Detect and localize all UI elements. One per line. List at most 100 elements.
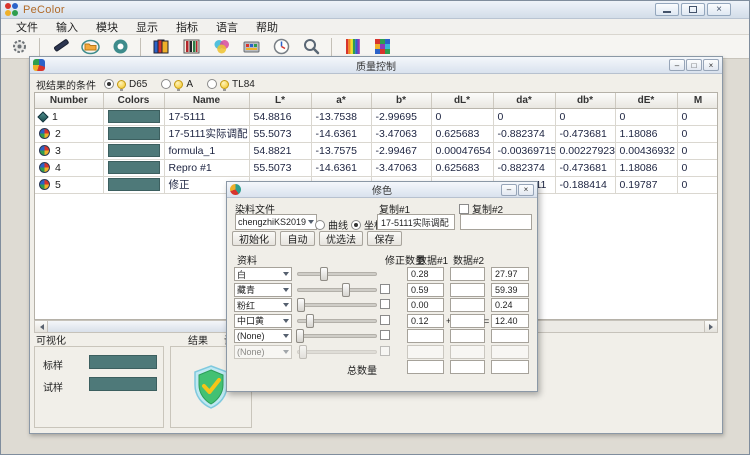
slider-thumb[interactable] [299,345,307,359]
toolbar-search-icon[interactable] [299,36,323,57]
column-header-b[interactable]: b* [371,93,431,108]
auto-button[interactable]: 自动 [280,231,315,246]
dye-dropdown[interactable]: 白 [234,267,292,281]
illuminant-option-A[interactable]: A [161,79,193,90]
qc-titlebar[interactable]: 质量控制 – □ × [30,57,722,74]
dialog-close-button[interactable]: × [518,184,534,196]
menu-item-4[interactable]: 显示 [127,18,167,36]
maximize-button[interactable] [681,3,705,16]
menu-item-7[interactable]: 帮助 [247,18,287,36]
toolbar-color-drops-icon[interactable] [209,36,233,57]
dialog-titlebar[interactable]: 修色 – × [227,182,537,198]
qc-close-button[interactable]: × [703,59,719,71]
scroll-left-arrow-icon[interactable] [35,321,48,332]
dye-checkbox[interactable] [380,299,390,309]
menu-item-6[interactable]: 语言 [207,18,247,36]
toolbar-swatch-book-icon[interactable] [149,36,173,57]
mode-radio[interactable] [315,220,325,230]
dye-checkbox[interactable] [380,315,390,325]
data2-result-field[interactable]: 27.97 [491,267,529,281]
dye-dropdown[interactable]: (None) [234,345,292,359]
amount-slider[interactable] [297,272,377,276]
qc-minimize-button[interactable]: – [669,59,685,71]
toolbar-rainbow-icon[interactable] [340,36,364,57]
illuminant-option-TL84[interactable]: TL84 [207,79,255,90]
scroll-right-arrow-icon[interactable] [704,321,717,332]
menu-item-5[interactable]: 指标 [167,18,207,36]
amount-slider[interactable] [297,350,377,354]
copy1-field[interactable]: 17-5111实际调配 [377,214,455,230]
mode-option-1[interactable]: 曲线 [315,217,348,232]
correction-amount-field[interactable]: 0.28 [407,267,444,281]
toolbar-folder-icon[interactable] [78,36,102,57]
amount-slider[interactable] [297,334,377,338]
correction-amount-field[interactable]: 0.12 [407,314,444,328]
menu-item-3[interactable]: 模块 [87,18,127,36]
close-button[interactable]: × [707,3,731,16]
dye-dropdown[interactable]: (None) [234,329,292,343]
slider-thumb[interactable] [297,298,305,312]
column-header-a[interactable]: a* [311,93,371,108]
data1-field[interactable] [450,283,485,297]
data1-field[interactable] [450,314,485,328]
correction-amount-field[interactable]: 0.59 [407,283,444,297]
mode-radio[interactable] [351,220,361,230]
toolbar-gear-icon[interactable] [7,36,31,57]
toolbar-pen-icon[interactable] [48,36,72,57]
table-row[interactable]: 3formula_154.8821-13.7575-2.994670.00047… [35,142,718,159]
illuminant-radio-D65[interactable] [104,79,114,89]
dye-checkbox[interactable] [380,346,390,356]
data1-field[interactable] [450,345,485,359]
initialize-button[interactable]: 初始化 [232,231,276,246]
column-header-Name[interactable]: Name [164,93,249,108]
data1-field[interactable] [450,329,485,343]
amount-slider[interactable] [297,288,377,292]
minimize-button[interactable] [655,3,679,16]
amount-slider[interactable] [297,319,377,323]
save-button[interactable]: 保存 [367,231,402,246]
illuminant-radio-A[interactable] [161,79,171,89]
qc-maximize-button[interactable]: □ [686,59,702,71]
dye-dropdown[interactable]: 粉红 [234,298,292,312]
table-row[interactable]: 117-511154.8816-13.7538-2.9969500000 [35,108,718,125]
slider-thumb[interactable] [306,314,314,328]
menu-item-1[interactable]: 文件 [7,18,47,36]
toolbar-donut-icon[interactable] [108,36,132,57]
slider-thumb[interactable] [320,267,328,281]
total-data1-field[interactable] [450,360,485,374]
amount-slider[interactable] [297,303,377,307]
data2-result-field[interactable]: 12.40 [491,314,529,328]
column-header-da[interactable]: da* [493,93,555,108]
illuminant-option-D65[interactable]: D65 [104,79,147,90]
illuminant-radio-TL84[interactable] [207,79,217,89]
data2-result-field[interactable]: 59.39 [491,283,529,297]
column-header-db[interactable]: db* [555,93,615,108]
column-header-Number[interactable]: Number [35,93,103,108]
slider-thumb[interactable] [342,283,350,297]
toolbar-clock-icon[interactable] [269,36,293,57]
data2-result-field[interactable]: 0.24 [491,298,529,312]
total-data2-field[interactable] [491,360,529,374]
dye-dropdown[interactable]: 中口黄 [234,314,292,328]
dye-dropdown[interactable]: 藏青 [234,283,292,297]
data1-field[interactable] [450,267,485,281]
data1-field[interactable] [450,298,485,312]
toolbar-color-machine-icon[interactable] [239,36,263,57]
column-header-dL[interactable]: dL* [431,93,493,108]
toolbar-abacus-icon[interactable] [179,36,203,57]
column-header-dE[interactable]: dE* [615,93,677,108]
copy2-field[interactable] [460,214,532,230]
dye-file-dropdown[interactable]: chengzhiKS2019 [235,214,317,230]
table-row[interactable]: 217-5111实际调配55.5073-14.6361-3.470630.625… [35,125,718,142]
toolbar-palette-grid-icon[interactable] [370,36,394,57]
column-header-M[interactable]: M [677,93,718,108]
slider-thumb[interactable] [296,329,304,343]
total-amount-field[interactable] [407,360,444,374]
data2-result-field[interactable] [491,345,529,359]
optimize-button[interactable]: 优选法 [319,231,363,246]
correction-amount-field[interactable]: 0.00 [407,298,444,312]
correction-amount-field[interactable] [407,345,444,359]
column-header-L[interactable]: L* [249,93,311,108]
column-header-Colors[interactable]: Colors [103,93,164,108]
data2-result-field[interactable] [491,329,529,343]
